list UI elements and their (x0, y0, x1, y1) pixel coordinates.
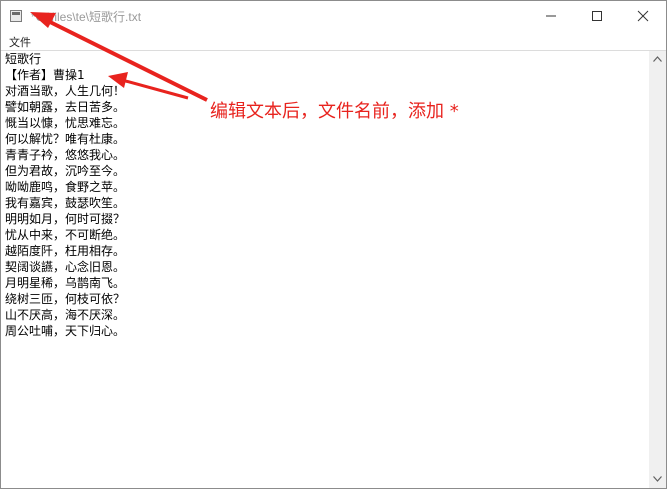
editor-line: 忧从中来，不可断绝。 (5, 228, 126, 242)
editor-line: 绕树三匝，何枝可依？ (5, 292, 126, 306)
editor-line: 周公吐哺，天下归心。 (5, 324, 126, 338)
menu-file[interactable]: 文件 (9, 34, 31, 50)
editor-line: 我有嘉宾，鼓瑟吹笙。 (5, 196, 126, 210)
menu-bar (1, 31, 666, 50)
editor-line: 契阔谈讌，心念旧恩。 (5, 260, 126, 274)
notepad-window: *C:\files\te\短歌行.txt 文件 短歌行 【作者】曹操1 对酒当歌… (0, 0, 667, 489)
scroll-up-button[interactable] (649, 51, 666, 68)
editor-line: 明明如月，何时可掇？ (5, 212, 126, 226)
close-icon (637, 10, 649, 22)
editor-line: 越陌度阡，枉用相存。 (5, 244, 126, 258)
window-title: *C:\files\te\短歌行.txt (31, 10, 142, 24)
maximize-button[interactable] (574, 1, 620, 31)
minimize-icon (546, 15, 556, 17)
editor-line: 短歌行 (5, 52, 42, 66)
scroll-down-button[interactable] (649, 471, 666, 488)
editor-line: 何以解忧？唯有杜康。 (5, 132, 126, 146)
maximize-icon (592, 11, 602, 21)
editor-line: 譬如朝露，去日苦多。 (5, 100, 126, 114)
editor-line: 呦呦鹿鸣，食野之苹。 (5, 180, 126, 194)
editor-line: 但为君故，沉吟至今。 (5, 164, 126, 178)
vertical-scrollbar[interactable] (649, 51, 666, 488)
chevron-up-icon (653, 56, 662, 62)
annotation-label: 编辑文本后，文件名前，添加 * (210, 101, 459, 122)
editor-line: 山不厌高，海不厌深。 (5, 308, 126, 322)
editor-line: 青青子衿，悠悠我心。 (5, 148, 126, 162)
minimize-button[interactable] (528, 1, 574, 31)
editor-line: 慨当以慷，忧思难忘。 (5, 116, 126, 130)
editor-line: 对酒当歌，人生几何！ (5, 84, 126, 98)
chevron-down-icon (653, 476, 662, 482)
close-button[interactable] (620, 1, 666, 31)
editor-line: 月明星稀，乌鹊南飞。 (5, 276, 126, 290)
app-icon[interactable] (10, 10, 22, 22)
editor-line: 【作者】曹操1 (5, 68, 85, 82)
title-bar[interactable]: *C:\files\te\短歌行.txt (1, 1, 666, 31)
